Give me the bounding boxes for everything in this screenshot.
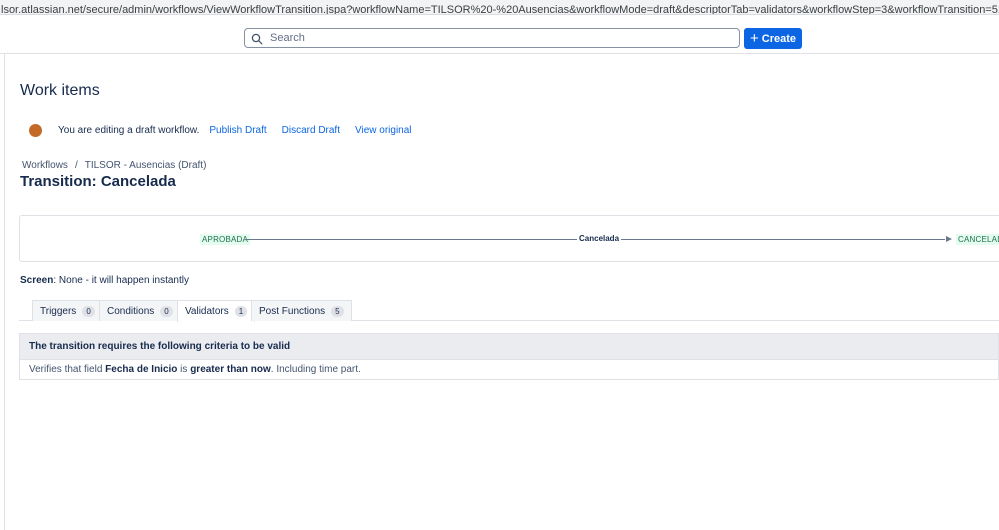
criteria-header: The transition requires the following cr… bbox=[19, 333, 999, 360]
browser-url-bar[interactable]: lsor.atlassian.net/secure/admin/workflow… bbox=[0, 0, 999, 15]
page-title: Work items bbox=[20, 82, 100, 99]
tab-count-badge: 0 bbox=[82, 305, 95, 317]
screen-info: Screen: None - it will happen instantly bbox=[20, 275, 189, 286]
url-text: lsor.atlassian.net/secure/admin/workflow… bbox=[1, 4, 999, 15]
tab-label: Validators bbox=[185, 306, 229, 317]
validator-suffix: . Including time part. bbox=[270, 364, 361, 375]
view-original-link[interactable]: View original bbox=[355, 125, 412, 136]
publish-draft-link[interactable]: Publish Draft bbox=[209, 125, 266, 136]
arrow-icon bbox=[946, 236, 952, 242]
validator-field: Fecha de Inicio bbox=[105, 364, 178, 375]
breadcrumb-current[interactable]: TILSOR - Ausencias (Draft) bbox=[85, 160, 207, 171]
breadcrumb-workflows-link[interactable]: Workflows bbox=[22, 160, 68, 171]
create-label: Create bbox=[761, 32, 796, 45]
plus-icon: + bbox=[749, 29, 759, 47]
screen-value: : None - it will happen instantly bbox=[53, 275, 189, 286]
search-placeholder: Search bbox=[270, 32, 305, 44]
transition-diagram: APROBADA Cancelada CANCELADA bbox=[19, 215, 999, 262]
tab-count-badge: 1 bbox=[234, 306, 248, 317]
tab-count-badge: 0 bbox=[160, 305, 173, 317]
tab-validators[interactable]: Validators 1 bbox=[177, 300, 256, 322]
from-status-lozenge: APROBADA bbox=[200, 234, 251, 245]
draft-status-icon bbox=[29, 124, 42, 137]
screen-label: Screen bbox=[20, 275, 54, 286]
transition-title: Transition: Cancelada bbox=[20, 173, 176, 190]
tab-conditions[interactable]: Conditions 0 bbox=[99, 300, 181, 321]
validator-operator: greater than now bbox=[190, 364, 271, 375]
descriptor-tabs: Triggers 0 Conditions 0 Validators 1 Pos… bbox=[19, 300, 999, 322]
draft-banner: You are editing a draft workflow. Publis… bbox=[29, 124, 427, 137]
create-button[interactable]: + Create bbox=[744, 28, 802, 49]
validator-prefix: Verifies that field bbox=[29, 364, 106, 375]
draft-message: You are editing a draft workflow. bbox=[58, 125, 200, 136]
breadcrumb-separator: / bbox=[74, 160, 78, 171]
search-input[interactable]: Search bbox=[244, 28, 740, 48]
tab-label: Triggers bbox=[40, 305, 77, 317]
breadcrumb: Workflows / TILSOR - Ausencias (Draft) bbox=[22, 160, 206, 171]
sidebar-divider bbox=[4, 54, 5, 530]
tab-label: Post Functions bbox=[259, 305, 326, 317]
validator-middle: is bbox=[177, 364, 191, 375]
tab-triggers[interactable]: Triggers 0 bbox=[32, 300, 103, 321]
validator-row: Verifies that field Fecha de Inicio is g… bbox=[19, 360, 999, 380]
tab-label: Conditions bbox=[107, 305, 155, 317]
tab-post-functions[interactable]: Post Functions 5 bbox=[251, 300, 352, 321]
top-navigation: Search + Create bbox=[0, 15, 999, 54]
search-icon bbox=[251, 32, 263, 45]
tab-count-badge: 5 bbox=[331, 305, 344, 317]
discard-draft-link[interactable]: Discard Draft bbox=[282, 125, 340, 136]
to-status-lozenge: CANCELADA bbox=[956, 234, 999, 245]
transition-name-label: Cancelada bbox=[577, 234, 622, 243]
